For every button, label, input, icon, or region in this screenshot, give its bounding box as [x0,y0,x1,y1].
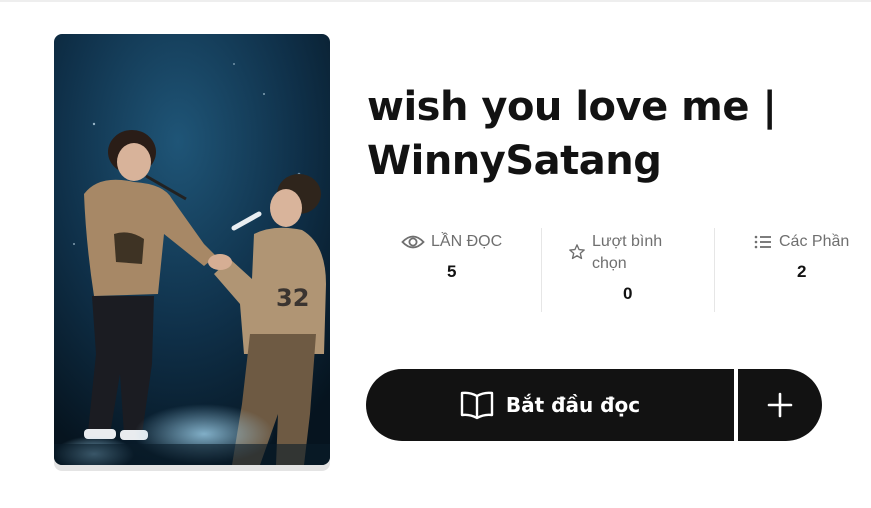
stat-parts-label-row: Các Phần [753,231,849,253]
start-reading-button[interactable]: Bắt đầu đọc [366,369,734,441]
star-icon [568,243,586,261]
svg-text:32: 32 [276,284,309,312]
top-divider [0,0,871,2]
story-title: wish you love me | WinnySatang [367,84,777,184]
stat-parts: Các Phần 2 [714,228,871,312]
stat-reads-label-row: LẦN ĐỌC [401,231,502,253]
story-stats: LẦN ĐỌC 5 Lượt bình chọn 0 Các Phần 2 [367,228,871,312]
add-to-library-button[interactable] [738,369,822,441]
stat-votes-label: Lượt bình chọn [592,233,663,272]
story-cover[interactable]: 32 [54,34,330,471]
stat-votes: Lượt bình chọn 0 [541,228,714,312]
stat-reads-label: LẦN ĐỌC [431,233,503,250]
open-book-icon [460,390,494,420]
start-reading-label: Bắt đầu đọc [505,393,641,417]
eye-icon [401,231,425,253]
plus-icon [766,391,794,419]
stat-votes-label-row: Lượt bình chọn [568,231,688,275]
stat-parts-label: Các Phần [779,233,850,250]
stat-reads: LẦN ĐỌC 5 [367,228,540,312]
list-icon [753,231,773,253]
stat-votes-value: 0 [623,284,633,303]
stat-reads-value: 5 [447,262,457,281]
cover-image[interactable]: 32 [54,34,330,465]
stat-parts-value: 2 [797,262,807,281]
